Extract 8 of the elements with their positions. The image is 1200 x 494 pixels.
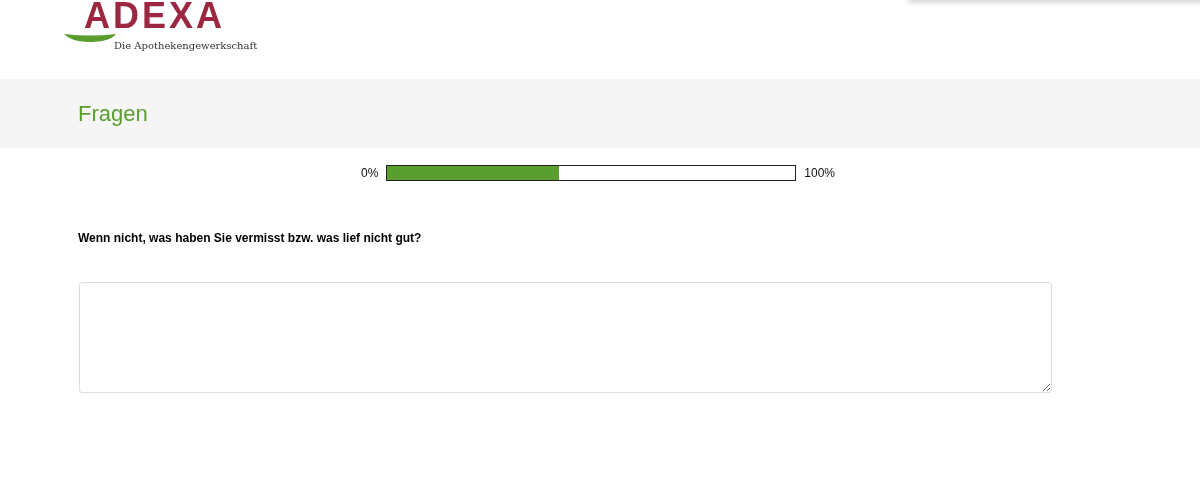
progress-start-label: 0% [360, 166, 379, 180]
swoosh-icon [64, 34, 116, 42]
progress-end-label: 100% [804, 166, 835, 180]
logo-wordmark: ADEXA [84, 0, 227, 36]
answer-field[interactable] [79, 282, 1052, 393]
question-text: Wenn nicht, was haben Sie vermisst bzw. was lief nicht gut? [78, 231, 423, 245]
page-title: Fragen [78, 100, 148, 127]
logo-tagline: Die Apothekengewerkschaft [114, 40, 258, 51]
